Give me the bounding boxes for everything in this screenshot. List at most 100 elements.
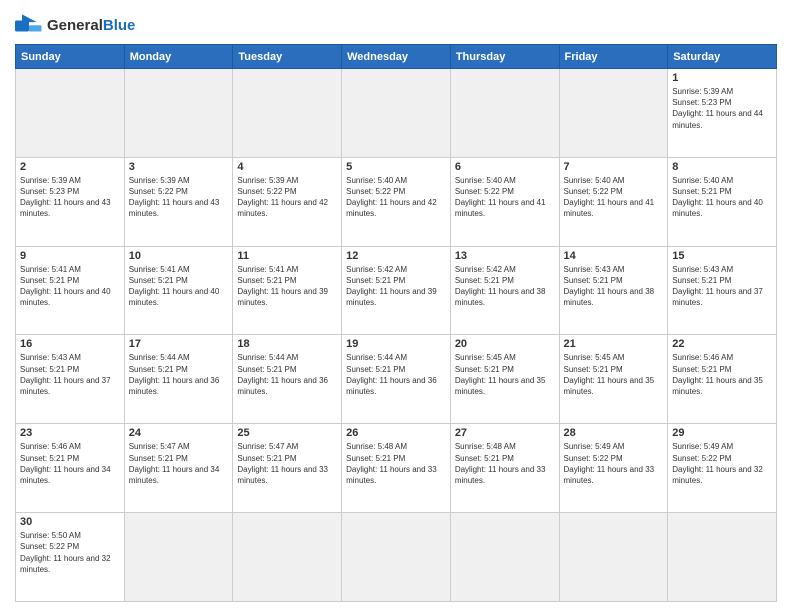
day-number: 3 xyxy=(129,161,229,173)
weekday-header-row: Sunday Monday Tuesday Wednesday Thursday… xyxy=(16,45,777,69)
day-info: Sunrise: 5:39 AMSunset: 5:22 PMDaylight:… xyxy=(129,175,229,220)
day-info: Sunrise: 5:50 AMSunset: 5:22 PMDaylight:… xyxy=(20,530,120,575)
calendar-row-2: 9 Sunrise: 5:41 AMSunset: 5:21 PMDaylight… xyxy=(16,246,777,335)
table-row: 15 Sunrise: 5:43 AMSunset: 5:21 PMDayligh… xyxy=(668,246,777,335)
table-row: 17Sunrise: 5:44 AMSunset: 5:21 PMDayligh… xyxy=(124,335,233,424)
day-info: Sunrise: 5:42 AMSunset: 5:21 PMDaylight:… xyxy=(455,264,555,309)
day-number: 24 xyxy=(129,427,229,439)
day-info: Sunrise: 5:40 AMSunset: 5:22 PMDaylight:… xyxy=(564,175,664,220)
day-number: 11 xyxy=(237,250,337,262)
day-number: 30 xyxy=(20,516,120,528)
table-row: 18 Sunrise: 5:44 AMSunset: 5:21 PMDayligh… xyxy=(233,335,342,424)
day-number: 13 xyxy=(455,250,555,262)
table-row: 14 Sunrise: 5:43 AMSunset: 5:21 PMDayligh… xyxy=(559,246,668,335)
day-number: 17 xyxy=(129,338,229,350)
header-saturday: Saturday xyxy=(668,45,777,69)
day-info: Sunrise: 5:42 AMSunset: 5:21 PMDaylight:… xyxy=(346,264,446,309)
day-info: Sunrise: 5:41 AMSunset: 5:21 PMDaylight:… xyxy=(129,264,229,309)
day-info: Sunrise: 5:44 AMSunset: 5:21 PMDaylight:… xyxy=(346,352,446,397)
header-monday: Monday xyxy=(124,45,233,69)
day-info: Sunrise: 5:45 AMSunset: 5:21 PMDaylight:… xyxy=(564,352,664,397)
table-row: 24 Sunrise: 5:47 AMSunset: 5:21 PMDayligh… xyxy=(124,424,233,513)
day-number: 9 xyxy=(20,250,120,262)
table-row: 30 Sunrise: 5:50 AMSunset: 5:22 PMDayligh… xyxy=(16,513,125,602)
table-row: 13 Sunrise: 5:42 AMSunset: 5:21 PMDayligh… xyxy=(450,246,559,335)
table-row xyxy=(342,513,451,602)
table-row: 25 Sunrise: 5:47 AMSunset: 5:21 PMDayligh… xyxy=(233,424,342,513)
table-row xyxy=(16,69,125,158)
table-row: 3 Sunrise: 5:39 AMSunset: 5:22 PMDaylight… xyxy=(124,157,233,246)
header: GeneralBlue xyxy=(15,10,777,38)
day-info: Sunrise: 5:47 AMSunset: 5:21 PMDaylight:… xyxy=(129,441,229,486)
day-info: Sunrise: 5:40 AMSunset: 5:22 PMDaylight:… xyxy=(346,175,446,220)
table-row: 9Sunrise: 5:41 AMSunset: 5:21 PMDaylight… xyxy=(16,246,125,335)
day-info: Sunrise: 5:49 AMSunset: 5:22 PMDaylight:… xyxy=(564,441,664,486)
calendar-table: Sunday Monday Tuesday Wednesday Thursday… xyxy=(15,44,777,602)
header-sunday: Sunday xyxy=(16,45,125,69)
table-row: 16 Sunrise: 5:43 AMSunset: 5:21 PMDayligh… xyxy=(16,335,125,424)
day-number: 12 xyxy=(346,250,446,262)
day-info: Sunrise: 5:44 AMSunset: 5:21 PMDaylight:… xyxy=(237,352,337,397)
day-number: 2 xyxy=(20,161,120,173)
table-row: 1Sunrise: 5:39 AMSunset: 5:23 PMDaylight… xyxy=(668,69,777,158)
calendar-row-3: 16 Sunrise: 5:43 AMSunset: 5:21 PMDayligh… xyxy=(16,335,777,424)
day-number: 15 xyxy=(672,250,772,262)
day-info: Sunrise: 5:43 AMSunset: 5:21 PMDaylight:… xyxy=(20,352,120,397)
day-info: Sunrise: 5:47 AMSunset: 5:21 PMDaylight:… xyxy=(237,441,337,486)
day-number: 8 xyxy=(672,161,772,173)
day-number: 20 xyxy=(455,338,555,350)
header-friday: Friday xyxy=(559,45,668,69)
header-tuesday: Tuesday xyxy=(233,45,342,69)
day-info: Sunrise: 5:40 AMSunset: 5:22 PMDaylight:… xyxy=(455,175,555,220)
table-row xyxy=(233,69,342,158)
calendar-row-1: 2 Sunrise: 5:39 AMSunset: 5:23 PMDaylight… xyxy=(16,157,777,246)
table-row: 29 Sunrise: 5:49 AMSunset: 5:22 PMDayligh… xyxy=(668,424,777,513)
table-row xyxy=(559,69,668,158)
day-number: 19 xyxy=(346,338,446,350)
day-number: 16 xyxy=(20,338,120,350)
day-number: 28 xyxy=(564,427,664,439)
day-info: Sunrise: 5:40 AMSunset: 5:21 PMDaylight:… xyxy=(672,175,772,220)
table-row xyxy=(342,69,451,158)
day-number: 10 xyxy=(129,250,229,262)
day-number: 6 xyxy=(455,161,555,173)
table-row: 23Sunrise: 5:46 AMSunset: 5:21 PMDayligh… xyxy=(16,424,125,513)
logo-icon xyxy=(15,14,43,38)
day-number: 18 xyxy=(237,338,337,350)
table-row: 8 Sunrise: 5:40 AMSunset: 5:21 PMDaylight… xyxy=(668,157,777,246)
day-number: 25 xyxy=(237,427,337,439)
day-info: Sunrise: 5:43 AMSunset: 5:21 PMDaylight:… xyxy=(564,264,664,309)
header-thursday: Thursday xyxy=(450,45,559,69)
table-row: 2 Sunrise: 5:39 AMSunset: 5:23 PMDaylight… xyxy=(16,157,125,246)
table-row: 28 Sunrise: 5:49 AMSunset: 5:22 PMDayligh… xyxy=(559,424,668,513)
calendar-row-4: 23Sunrise: 5:46 AMSunset: 5:21 PMDayligh… xyxy=(16,424,777,513)
day-info: Sunrise: 5:48 AMSunset: 5:21 PMDaylight:… xyxy=(455,441,555,486)
day-number: 14 xyxy=(564,250,664,262)
day-number: 4 xyxy=(237,161,337,173)
table-row xyxy=(668,513,777,602)
table-row: 12 Sunrise: 5:42 AMSunset: 5:21 PMDayligh… xyxy=(342,246,451,335)
table-row: 10 Sunrise: 5:41 AMSunset: 5:21 PMDayligh… xyxy=(124,246,233,335)
calendar-row-0: 1Sunrise: 5:39 AMSunset: 5:23 PMDaylight… xyxy=(16,69,777,158)
table-row xyxy=(233,513,342,602)
table-row xyxy=(559,513,668,602)
table-row: 4Sunrise: 5:39 AMSunset: 5:22 PMDaylight… xyxy=(233,157,342,246)
table-row: 5 Sunrise: 5:40 AMSunset: 5:22 PMDaylight… xyxy=(342,157,451,246)
day-info: Sunrise: 5:46 AMSunset: 5:21 PMDaylight:… xyxy=(20,441,120,486)
table-row: 21Sunrise: 5:45 AMSunset: 5:21 PMDayligh… xyxy=(559,335,668,424)
day-info: Sunrise: 5:43 AMSunset: 5:21 PMDaylight:… xyxy=(672,264,772,309)
day-info: Sunrise: 5:39 AMSunset: 5:23 PMDaylight:… xyxy=(20,175,120,220)
day-number: 22 xyxy=(672,338,772,350)
table-row xyxy=(124,69,233,158)
page: GeneralBlue Sunday Monday Tuesday Wednes… xyxy=(0,0,792,612)
day-info: Sunrise: 5:49 AMSunset: 5:22 PMDaylight:… xyxy=(672,441,772,486)
table-row: 11 Sunrise: 5:41 AMSunset: 5:21 PMDayligh… xyxy=(233,246,342,335)
calendar-row-5: 30 Sunrise: 5:50 AMSunset: 5:22 PMDayligh… xyxy=(16,513,777,602)
day-number: 27 xyxy=(455,427,555,439)
table-row: 27 Sunrise: 5:48 AMSunset: 5:21 PMDayligh… xyxy=(450,424,559,513)
table-row: 7Sunrise: 5:40 AMSunset: 5:22 PMDaylight… xyxy=(559,157,668,246)
day-number: 5 xyxy=(346,161,446,173)
day-number: 29 xyxy=(672,427,772,439)
table-row: 26Sunrise: 5:48 AMSunset: 5:21 PMDayligh… xyxy=(342,424,451,513)
day-info: Sunrise: 5:41 AMSunset: 5:21 PMDaylight:… xyxy=(237,264,337,309)
